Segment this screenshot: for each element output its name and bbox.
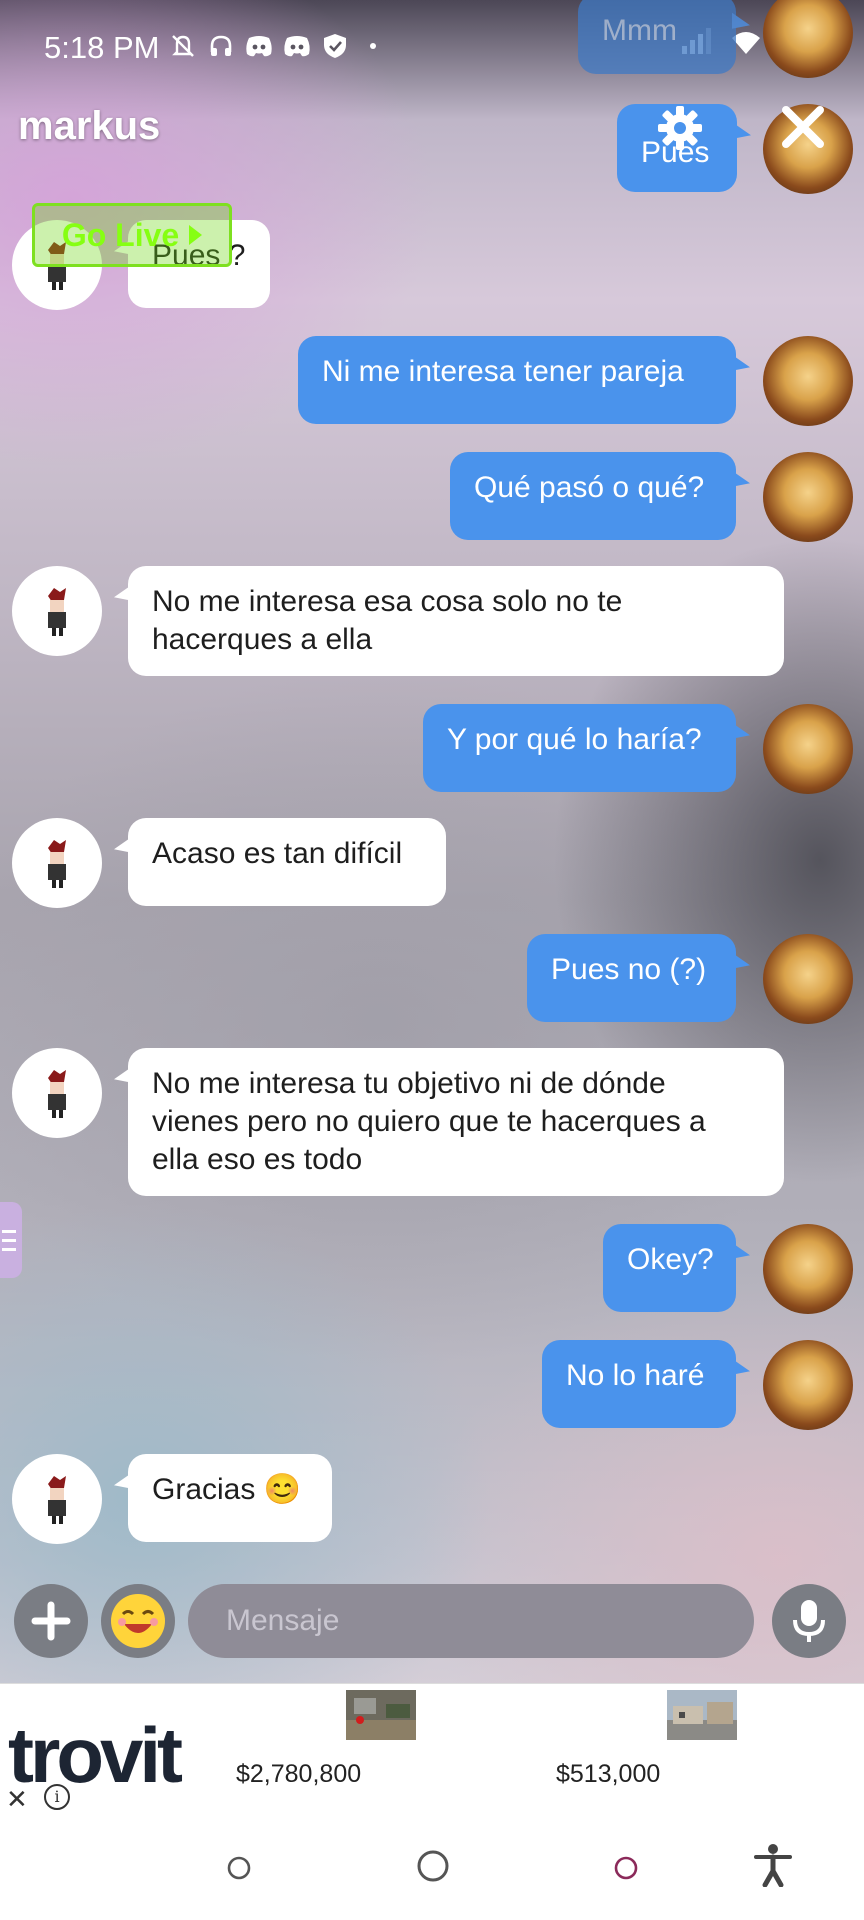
shield-check-icon <box>320 32 350 60</box>
avatar[interactable] <box>763 336 853 426</box>
avatar[interactable] <box>12 1454 102 1544</box>
ad-price: $513,000 <box>556 1760 661 1788</box>
avatar[interactable] <box>763 704 853 794</box>
emoji-icon <box>111 1594 165 1648</box>
message-bubble-outgoing[interactable]: Qué pasó o qué? <box>450 452 736 540</box>
listing-thumbnail[interactable] <box>346 1690 416 1740</box>
discord-icon <box>282 32 312 60</box>
emoji-button[interactable] <box>101 1584 175 1658</box>
message-text: No me interesa esa cosa solo no te hacer… <box>152 585 623 656</box>
message-text: No me interesa tu objetivo ni de dónde v… <box>152 1067 706 1176</box>
avatar[interactable] <box>12 818 102 908</box>
side-drawer-handle[interactable] <box>0 1202 22 1278</box>
go-live-button[interactable]: Go Live <box>32 203 232 267</box>
chat-title: markus <box>18 104 161 148</box>
ad-banner[interactable]: trovit ✕ i $2,780,800 $513,000 <box>0 1683 864 1815</box>
message-bubble-outgoing[interactable]: Pues no (?) <box>527 934 736 1022</box>
accessibility-icon[interactable] <box>752 1843 794 1892</box>
message-bubble-outgoing[interactable]: Okey? <box>603 1224 736 1312</box>
message-text: Mmm <box>602 14 677 47</box>
avatar[interactable] <box>763 452 853 542</box>
headphones-icon <box>206 32 236 60</box>
message-bubble-outgoing[interactable]: Mmm <box>578 0 736 74</box>
message-input[interactable]: Mensaje <box>188 1584 754 1658</box>
message-bubble-incoming[interactable]: No me interesa tu objetivo ni de dónde v… <box>128 1048 784 1196</box>
avatar[interactable] <box>763 934 853 1024</box>
message-bubble-outgoing[interactable]: Y por qué lo haría? <box>423 704 736 792</box>
add-button[interactable] <box>14 1584 88 1658</box>
message-text: Okey? <box>627 1243 714 1276</box>
message-bubble-outgoing[interactable]: Ni me interesa tener pareja <box>298 336 736 424</box>
message-input-bar: Mensaje <box>0 1580 864 1684</box>
play-icon <box>189 225 203 245</box>
plus-icon <box>31 1601 71 1641</box>
microphone-icon <box>793 1600 825 1642</box>
close-button[interactable] <box>780 104 826 150</box>
system-nav-bar <box>0 1815 864 1920</box>
message-text: Y por qué lo haría? <box>447 723 702 756</box>
message-bubble-incoming[interactable]: No me interesa esa cosa solo no te hacer… <box>128 566 784 676</box>
mic-button[interactable] <box>772 1584 846 1658</box>
message-text: Acaso es tan difícil <box>152 837 403 870</box>
discord-icon <box>244 32 274 60</box>
message-bubble-incoming[interactable]: Gracias 😊 <box>128 1454 332 1542</box>
ad-price: $2,780,800 <box>236 1760 362 1788</box>
listing-thumbnail[interactable] <box>667 1690 737 1740</box>
message-text: Qué pasó o qué? <box>474 471 705 504</box>
info-icon[interactable]: i <box>44 1784 70 1810</box>
status-time: 5:18 PM <box>44 30 160 65</box>
home-icon[interactable] <box>416 1849 450 1888</box>
avatar[interactable] <box>12 566 102 656</box>
close-icon <box>782 106 824 148</box>
close-icon[interactable]: ✕ <box>6 1784 28 1815</box>
notification-icons <box>168 32 388 60</box>
go-live-label: Go Live <box>61 216 180 253</box>
dot-icon <box>358 32 388 60</box>
message-text: Pues no (?) <box>551 953 707 986</box>
avatar[interactable] <box>763 1224 853 1314</box>
message-bubble-outgoing[interactable]: No lo haré <box>542 1340 736 1428</box>
ad-logo: trovit <box>8 1711 183 1799</box>
recents-icon[interactable] <box>226 1855 252 1886</box>
settings-button[interactable] <box>656 104 704 152</box>
message-bubble-incoming[interactable]: Acaso es tan difícil <box>128 818 446 906</box>
back-icon[interactable] <box>613 1855 639 1886</box>
avatar[interactable] <box>12 1048 102 1138</box>
message-text: Ni me interesa tener pareja <box>322 355 684 388</box>
message-text: No lo haré <box>566 1359 705 1392</box>
gear-icon <box>658 106 702 150</box>
message-text: Gracias 😊 <box>152 1473 302 1506</box>
mute-icon <box>168 32 198 60</box>
avatar[interactable] <box>763 1340 853 1430</box>
